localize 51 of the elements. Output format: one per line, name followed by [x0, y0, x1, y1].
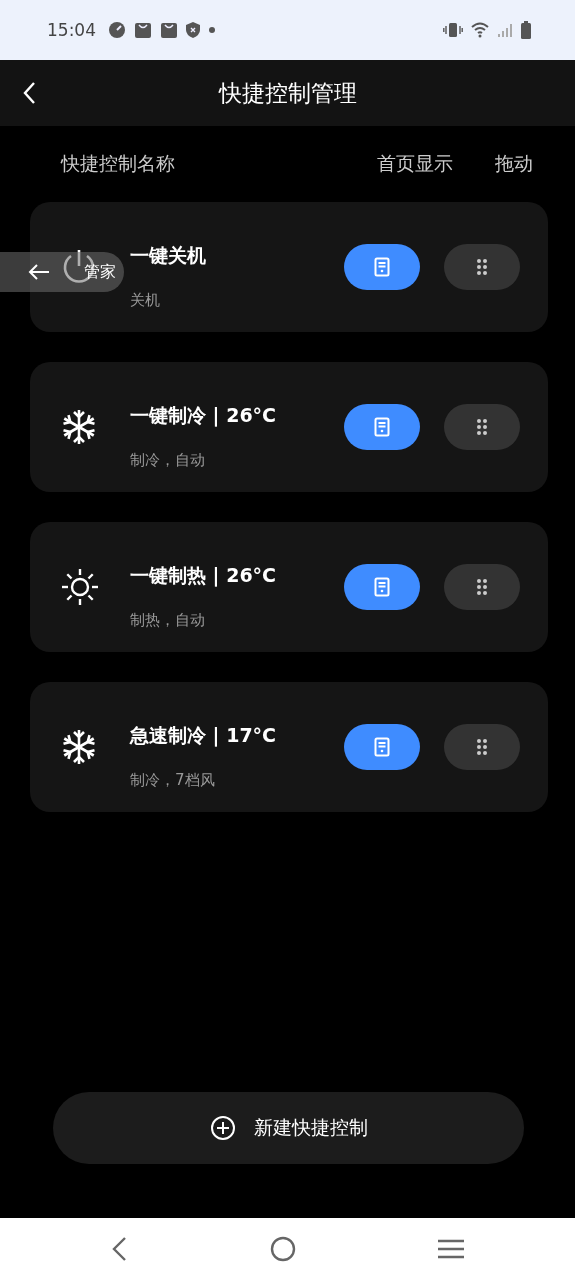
sun-icon	[60, 567, 100, 607]
status-time: 15:04	[47, 20, 96, 40]
menu-icon[interactable]	[437, 1238, 465, 1260]
column-header: 拖动	[495, 151, 533, 176]
shortcut-name: 一键制冷 | 26°C	[130, 402, 278, 429]
bag-icon	[160, 21, 178, 39]
home-nav-icon[interactable]	[268, 1235, 297, 1263]
drag-handle[interactable]	[444, 244, 520, 290]
home-display-toggle[interactable]	[344, 564, 420, 610]
drag-dots-icon	[476, 418, 488, 436]
column-header: 快捷控制名称	[61, 151, 176, 176]
shortcut-detail: 制冷，7档风	[130, 770, 216, 790]
document-icon	[374, 257, 390, 277]
back-nav-icon[interactable]	[110, 1236, 128, 1262]
signal-icon	[497, 22, 513, 38]
battery-icon	[521, 21, 531, 39]
dot-icon	[208, 26, 216, 34]
drag-dots-icon	[476, 578, 488, 596]
shortcut-card[interactable]: 一键制冷 | 26°C 制冷，自动	[30, 362, 548, 492]
drag-dots-icon	[476, 738, 488, 756]
home-display-toggle[interactable]	[344, 244, 420, 290]
document-icon	[374, 417, 390, 437]
bag-icon	[134, 21, 152, 39]
plus-circle-icon	[209, 1115, 236, 1141]
document-icon	[374, 577, 390, 597]
shortcut-detail: 制热，自动	[130, 610, 206, 630]
shortcut-name: 一键制热 | 26°C	[130, 562, 278, 589]
home-display-toggle[interactable]	[344, 404, 420, 450]
gauge-icon	[108, 21, 126, 39]
column-header: 首页显示	[377, 151, 453, 176]
shortcut-detail: 关机	[130, 290, 161, 310]
snowflake-icon	[60, 408, 98, 446]
drag-handle[interactable]	[444, 564, 520, 610]
shield-icon	[186, 22, 200, 38]
new-shortcut-button[interactable]: 新建快捷控制	[53, 1092, 524, 1164]
vibrate-icon	[443, 22, 463, 38]
shortcut-card[interactable]: 一键制热 | 26°C 制热，自动	[30, 522, 548, 652]
drag-dots-icon	[476, 258, 488, 276]
drag-handle[interactable]	[444, 404, 520, 450]
shortcut-detail: 制冷，自动	[130, 450, 206, 470]
page-title: 快捷控制管理	[218, 78, 357, 108]
arrow-left-icon	[28, 263, 50, 281]
shortcut-card[interactable]: 急速制冷 | 17°C 制冷，7档风	[30, 682, 548, 812]
drag-handle[interactable]	[444, 724, 520, 770]
shortcut-name: 一键关机	[130, 242, 207, 268]
back-icon[interactable]	[22, 81, 36, 105]
wifi-icon	[471, 22, 489, 38]
shortcut-name: 急速制冷 | 17°C	[130, 722, 278, 749]
document-icon	[374, 737, 390, 757]
home-display-toggle[interactable]	[344, 724, 420, 770]
snowflake-icon	[60, 728, 98, 766]
